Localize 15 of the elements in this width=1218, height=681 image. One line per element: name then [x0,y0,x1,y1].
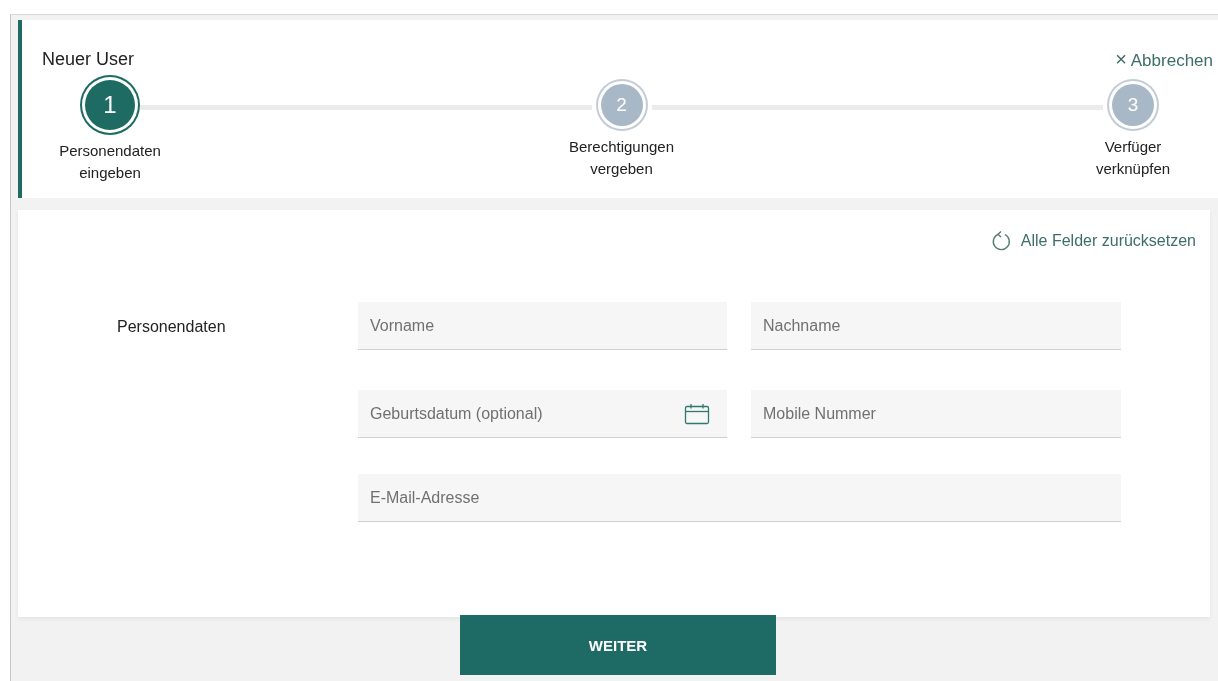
input-field[interactable]: Nachname [751,302,1121,350]
step-label: Personendaten eingeben [58,141,162,183]
page-title: Neuer User [42,48,135,70]
step-label: Verfüger verknüpfen [1094,137,1172,179]
refresh-icon [990,230,1013,252]
input-field[interactable]: E-Mail-Adresse [358,474,1121,522]
step-label: Berechtigungen vergeben [567,137,676,179]
cancel-link[interactable]: × Abbrechen [1115,47,1213,71]
next-button[interactable]: WEITER [460,615,776,675]
input-field[interactable]: Vorname [358,302,727,350]
input-field[interactable]: Geburtsdatum (optional) [358,390,727,438]
calendar-icon [684,403,710,425]
section-label: Personendaten [116,317,227,337]
input-field[interactable]: Mobile Nummer [751,390,1121,438]
reset-link[interactable]: Alle Felder zurücksetzen [990,230,1196,252]
